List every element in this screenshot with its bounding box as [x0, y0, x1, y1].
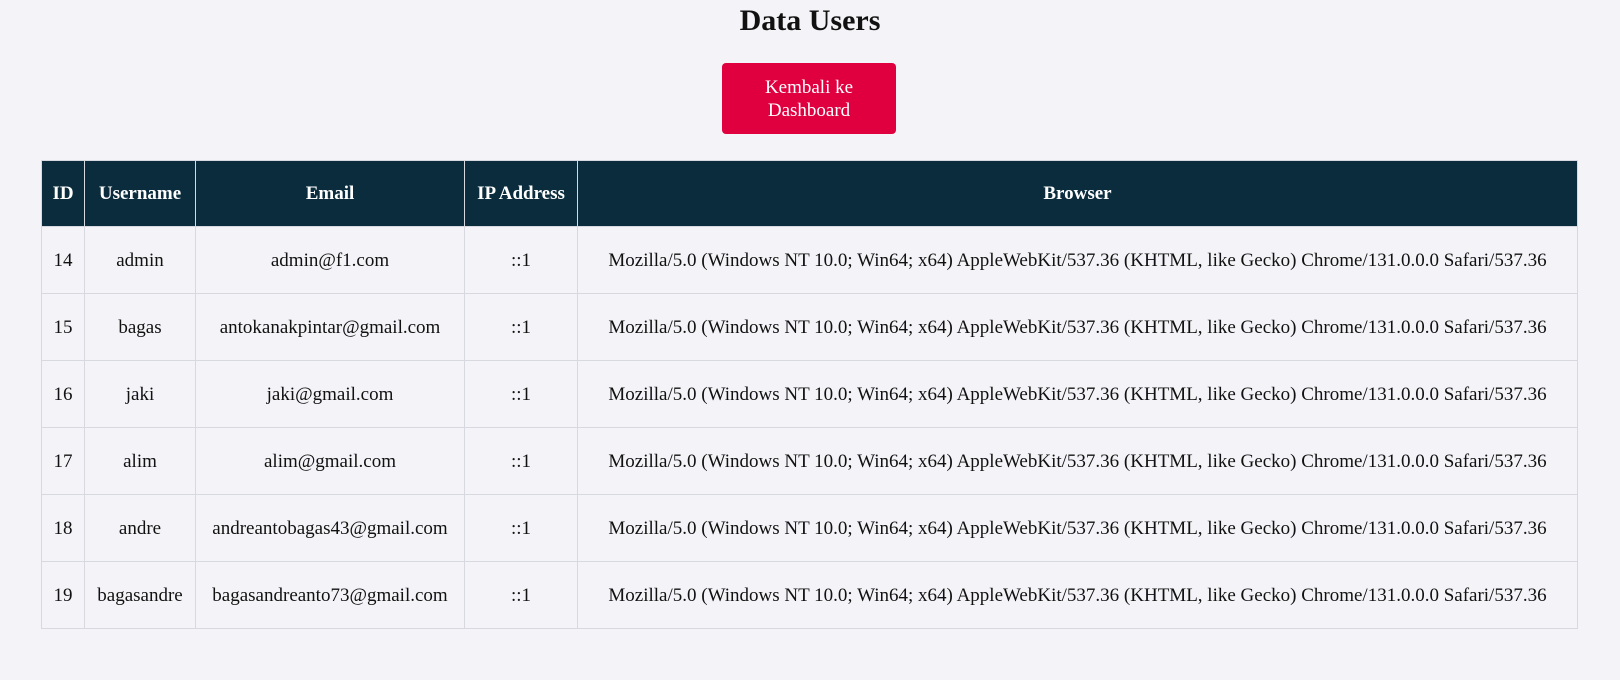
cell-username: admin [84, 226, 196, 294]
cell-id: 18 [41, 494, 85, 562]
table-row: 14 admin admin@f1.com ::1 Mozilla/5.0 (W… [41, 226, 1578, 294]
page: Data Users Kembali ke Dashboard ID Usern… [0, 0, 1620, 680]
table-row: 16 jaki jaki@gmail.com ::1 Mozilla/5.0 (… [41, 360, 1578, 428]
page-title: Data Users [739, 4, 881, 37]
header-browser: Browser [577, 160, 1578, 227]
header-id: ID [41, 160, 85, 227]
cell-email: alim@gmail.com [195, 427, 465, 495]
cell-email: antokanakpintar@gmail.com [195, 293, 465, 361]
cell-username: bagasandre [84, 561, 196, 629]
cell-ip: ::1 [464, 494, 578, 562]
table-header-row: ID Username Email IP Address Browser [41, 160, 1578, 227]
header-email: Email [195, 160, 465, 227]
cell-id: 16 [41, 360, 85, 428]
cell-id: 14 [41, 226, 85, 294]
cell-browser: Mozilla/5.0 (Windows NT 10.0; Win64; x64… [577, 226, 1578, 294]
cell-email: jaki@gmail.com [195, 360, 465, 428]
cell-username: andre [84, 494, 196, 562]
cell-ip: ::1 [464, 360, 578, 428]
back-to-dashboard-button[interactable]: Kembali ke Dashboard [722, 63, 896, 134]
cell-browser: Mozilla/5.0 (Windows NT 10.0; Win64; x64… [577, 561, 1578, 629]
cell-email: admin@f1.com [195, 226, 465, 294]
cell-id: 15 [41, 293, 85, 361]
table-row: 15 bagas antokanakpintar@gmail.com ::1 M… [41, 293, 1578, 361]
cell-ip: ::1 [464, 427, 578, 495]
cell-browser: Mozilla/5.0 (Windows NT 10.0; Win64; x64… [577, 360, 1578, 428]
users-table: ID Username Email IP Address Browser 14 … [41, 160, 1578, 629]
users-table-container: ID Username Email IP Address Browser 14 … [41, 160, 1578, 629]
table-row: 19 bagasandre bagasandreanto73@gmail.com… [41, 561, 1578, 629]
table-row: 17 alim alim@gmail.com ::1 Mozilla/5.0 (… [41, 427, 1578, 495]
cell-browser: Mozilla/5.0 (Windows NT 10.0; Win64; x64… [577, 494, 1578, 562]
cell-id: 19 [41, 561, 85, 629]
cell-ip: ::1 [464, 293, 578, 361]
cell-email: andreantobagas43@gmail.com [195, 494, 465, 562]
header-ip-address: IP Address [464, 160, 578, 227]
cell-username: jaki [84, 360, 196, 428]
cell-ip: ::1 [464, 561, 578, 629]
cell-username: alim [84, 427, 196, 495]
cell-browser: Mozilla/5.0 (Windows NT 10.0; Win64; x64… [577, 427, 1578, 495]
table-row: 18 andre andreantobagas43@gmail.com ::1 … [41, 494, 1578, 562]
cell-id: 17 [41, 427, 85, 495]
cell-ip: ::1 [464, 226, 578, 294]
cell-email: bagasandreanto73@gmail.com [195, 561, 465, 629]
cell-username: bagas [84, 293, 196, 361]
header-username: Username [84, 160, 196, 227]
cell-browser: Mozilla/5.0 (Windows NT 10.0; Win64; x64… [577, 293, 1578, 361]
